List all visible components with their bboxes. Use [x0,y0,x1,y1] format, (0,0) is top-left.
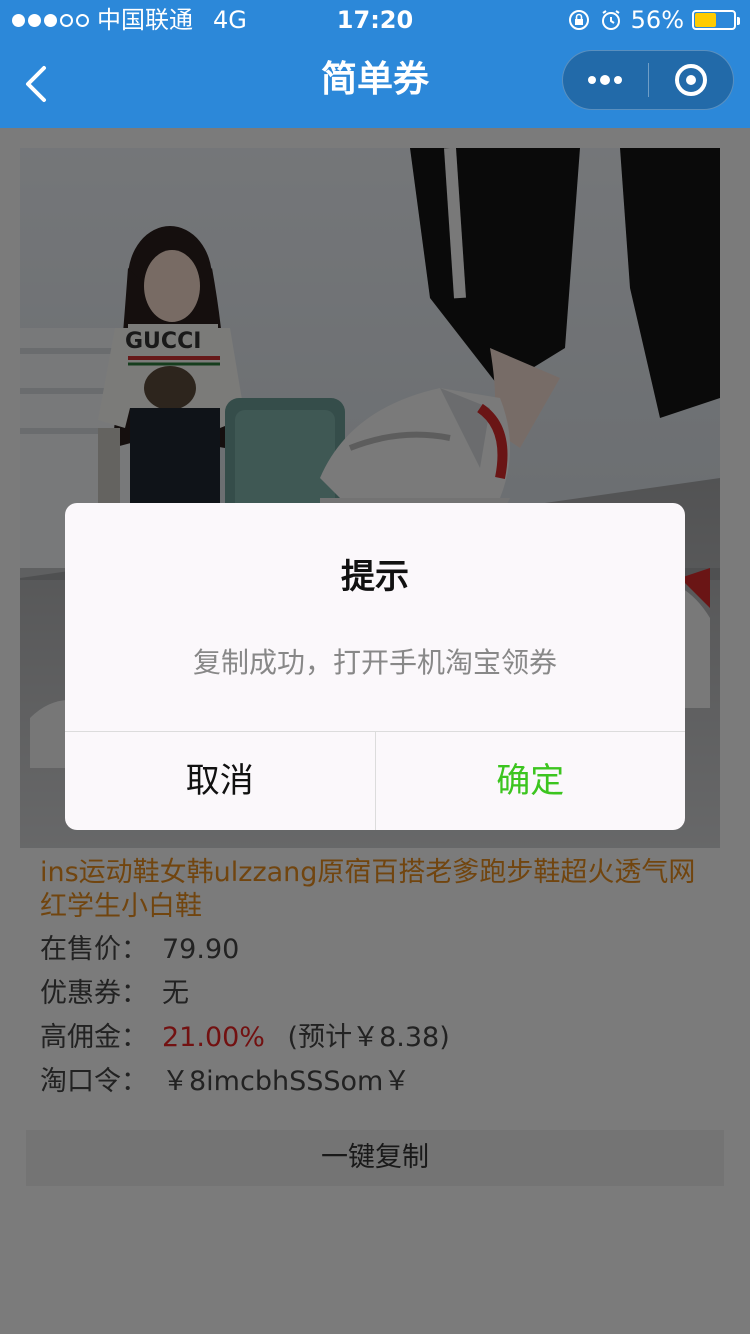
carrier-name: 中国联通 [97,6,193,34]
alarm-icon [601,10,620,30]
close-miniprogram-button[interactable] [649,51,734,109]
more-dots-icon [588,75,623,85]
alert-dialog: 提示 复制成功，打开手机淘宝领券 取消 确定 [65,503,685,830]
menu-capsule [562,50,734,110]
header: 中国联通 4G 17:20 56% 简单券 [0,0,750,128]
dialog-message: 复制成功，打开手机淘宝领券 [192,646,557,679]
nav-bar: 简单券 [0,40,750,128]
signal-strength-icon [12,13,89,27]
dialog-title: 提示 [341,557,409,597]
target-close-icon [674,64,707,96]
status-right: 56% [567,0,740,40]
rotation-lock-icon [568,10,589,30]
dialog-footer: 取消 确定 [65,731,685,830]
cancel-button[interactable]: 取消 [65,732,376,830]
battery-percent: 56% [630,6,684,34]
status-left: 中国联通 4G [12,0,247,40]
battery-fill [695,13,716,27]
screen: 中国联通 4G 17:20 56% 简单券 提示 复制成功，打开手机淘宝领券 取… [0,0,750,1334]
more-button[interactable] [563,51,648,109]
battery-icon [692,10,740,30]
status-bar: 中国联通 4G 17:20 56% [0,0,750,40]
confirm-button[interactable]: 确定 [376,732,686,830]
network-type: 4G [213,6,247,34]
